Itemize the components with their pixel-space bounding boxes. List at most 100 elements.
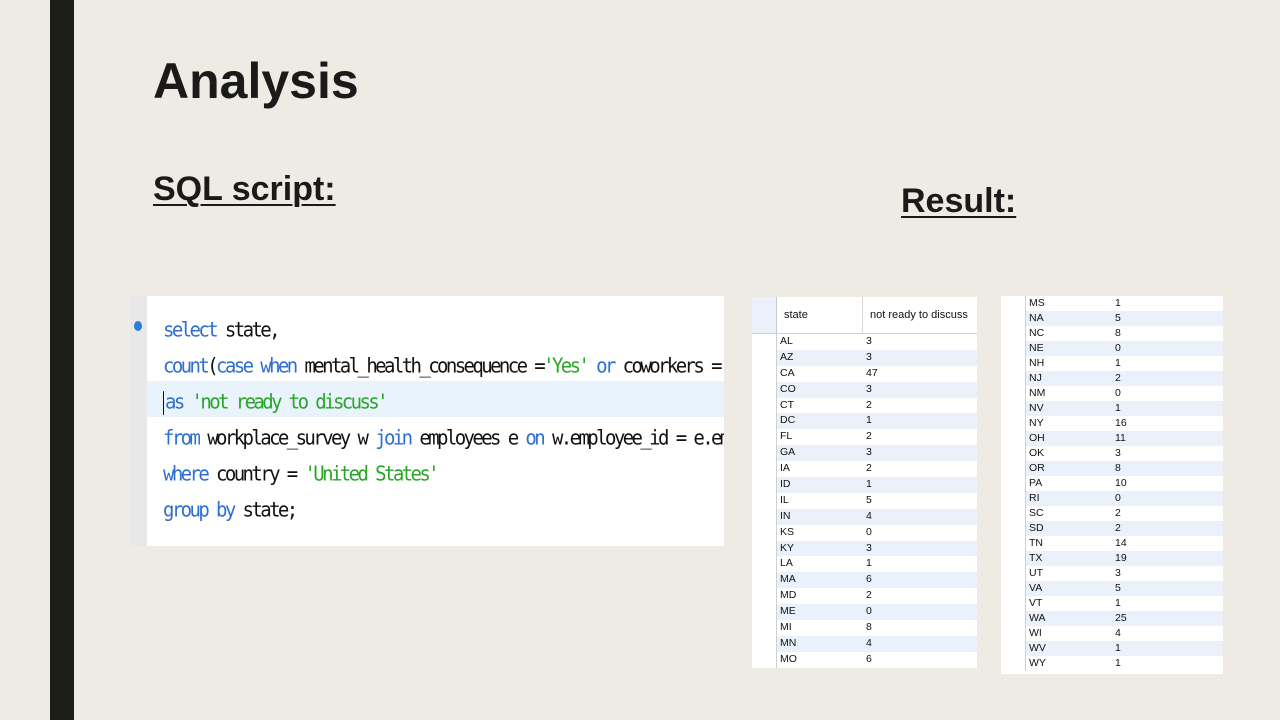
count-cell[interactable]: 8 <box>1112 326 1223 341</box>
sql-editor[interactable]: select state, count(case when mental_heal… <box>130 296 724 546</box>
row-selector[interactable] <box>1001 416 1026 431</box>
count-cell[interactable]: 3 <box>863 382 977 398</box>
count-cell[interactable]: 25 <box>1112 611 1223 626</box>
table-row[interactable]: WI 4 <box>1001 626 1223 641</box>
row-selector[interactable] <box>1001 551 1026 566</box>
table-row[interactable]: IL 5 <box>752 492 977 509</box>
table-row[interactable]: MS 1 <box>1001 296 1223 311</box>
table-row[interactable]: IN 4 <box>752 508 977 525</box>
row-selector[interactable] <box>1001 506 1026 521</box>
count-cell[interactable]: 1 <box>1112 296 1223 311</box>
table-row[interactable]: ME 0 <box>752 604 977 621</box>
table-row[interactable]: AZ 3 <box>752 349 977 366</box>
row-selector[interactable] <box>1001 401 1026 416</box>
state-cell[interactable]: IA <box>777 461 863 477</box>
state-cell[interactable]: OH <box>1026 431 1112 446</box>
row-selector[interactable] <box>1001 356 1026 371</box>
count-cell[interactable]: 1 <box>1112 356 1223 371</box>
row-selector[interactable] <box>1001 521 1026 536</box>
count-cell[interactable]: 2 <box>1112 521 1223 536</box>
count-cell[interactable]: 1 <box>863 477 977 493</box>
state-cell[interactable]: WY <box>1026 656 1112 671</box>
state-cell[interactable]: KS <box>777 525 863 541</box>
count-cell[interactable]: 19 <box>1112 551 1223 566</box>
state-cell[interactable]: IN <box>777 509 863 525</box>
row-selector[interactable] <box>1001 341 1026 356</box>
table-row[interactable]: VT 1 <box>1001 596 1223 611</box>
state-cell[interactable]: AL <box>777 334 863 350</box>
state-cell[interactable]: CA <box>777 366 863 382</box>
table-row[interactable]: ID 1 <box>752 477 977 493</box>
count-cell[interactable]: 8 <box>863 620 977 636</box>
row-selector[interactable] <box>1001 641 1026 656</box>
count-cell[interactable]: 16 <box>1112 416 1223 431</box>
row-selector[interactable] <box>752 429 777 446</box>
count-cell[interactable]: 47 <box>863 366 977 382</box>
count-cell[interactable]: 2 <box>863 588 977 604</box>
state-cell[interactable]: OK <box>1026 446 1112 461</box>
table-row[interactable]: CT 2 <box>752 397 977 414</box>
row-selector[interactable] <box>752 365 777 382</box>
state-cell[interactable]: WV <box>1026 641 1112 656</box>
state-cell[interactable]: NH <box>1026 356 1112 371</box>
state-cell[interactable]: IL <box>777 493 863 509</box>
row-selector[interactable] <box>1001 566 1026 581</box>
count-cell[interactable]: 3 <box>863 541 977 557</box>
state-cell[interactable]: WI <box>1026 626 1112 641</box>
table-row[interactable]: AL 3 <box>752 334 977 350</box>
row-selector[interactable] <box>1001 476 1026 491</box>
row-selector[interactable] <box>752 477 777 493</box>
table-row[interactable]: NY 16 <box>1001 416 1223 431</box>
table-row[interactable]: NH 1 <box>1001 356 1223 371</box>
state-cell[interactable]: AZ <box>777 350 863 366</box>
row-selector[interactable] <box>752 524 777 541</box>
row-selector[interactable] <box>1001 311 1026 326</box>
state-cell[interactable]: WA <box>1026 611 1112 626</box>
state-cell[interactable]: FL <box>777 429 863 445</box>
state-cell[interactable]: MO <box>777 652 863 668</box>
row-selector[interactable] <box>1001 491 1026 506</box>
count-cell[interactable]: 3 <box>863 445 977 461</box>
state-cell[interactable]: MA <box>777 572 863 588</box>
table-row[interactable]: NE 0 <box>1001 341 1223 356</box>
table-row[interactable]: NJ 2 <box>1001 371 1223 386</box>
count-cell[interactable]: 5 <box>1112 581 1223 596</box>
row-selector[interactable] <box>752 461 777 478</box>
table-row[interactable]: VA 5 <box>1001 581 1223 596</box>
count-cell[interactable]: 4 <box>863 636 977 652</box>
state-cell[interactable]: GA <box>777 445 863 461</box>
state-cell[interactable]: MD <box>777 588 863 604</box>
row-selector[interactable] <box>752 413 777 430</box>
count-cell[interactable]: 2 <box>1112 371 1223 386</box>
row-selector[interactable] <box>1001 431 1026 446</box>
state-cell[interactable]: TN <box>1026 536 1112 551</box>
table-row[interactable]: MI 8 <box>752 620 977 636</box>
state-cell[interactable]: PA <box>1026 476 1112 491</box>
count-cell[interactable]: 11 <box>1112 431 1223 446</box>
table-row[interactable]: MA 6 <box>752 572 977 589</box>
row-selector[interactable] <box>1001 596 1026 611</box>
row-selector[interactable] <box>752 588 777 605</box>
row-selector[interactable] <box>752 397 777 414</box>
state-cell[interactable]: NV <box>1026 401 1112 416</box>
state-cell[interactable]: MS <box>1026 296 1112 311</box>
row-selector[interactable] <box>1001 386 1026 401</box>
table-row[interactable]: CA 47 <box>752 365 977 382</box>
table-row[interactable]: MD 2 <box>752 588 977 605</box>
state-cell[interactable]: SD <box>1026 521 1112 536</box>
count-cell[interactable]: 5 <box>1112 311 1223 326</box>
state-cell[interactable]: NC <box>1026 326 1112 341</box>
row-selector[interactable] <box>752 334 777 350</box>
state-cell[interactable]: NE <box>1026 341 1112 356</box>
count-cell[interactable]: 5 <box>863 493 977 509</box>
table-row[interactable]: UT 3 <box>1001 566 1223 581</box>
state-cell[interactable]: OR <box>1026 461 1112 476</box>
row-selector[interactable] <box>752 620 777 636</box>
row-selector[interactable] <box>752 381 777 398</box>
count-cell[interactable]: 2 <box>863 398 977 414</box>
table-row[interactable]: OK 3 <box>1001 446 1223 461</box>
state-cell[interactable]: MI <box>777 620 863 636</box>
table-row[interactable]: OR 8 <box>1001 461 1223 476</box>
count-cell[interactable]: 1 <box>1112 641 1223 656</box>
state-cell[interactable]: VA <box>1026 581 1112 596</box>
